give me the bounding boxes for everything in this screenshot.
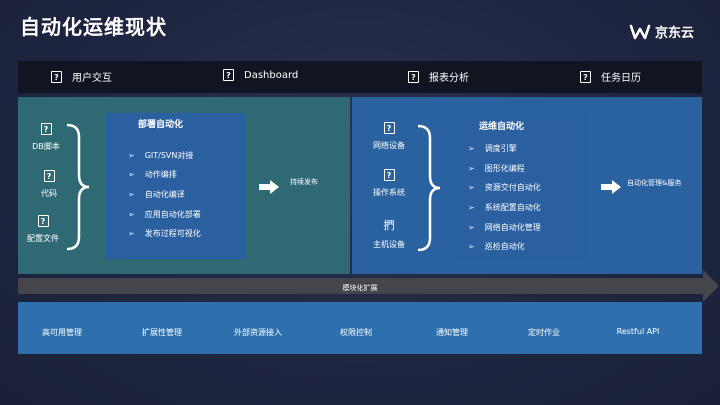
list-item: ➢ GIT/SVN对接 [128,151,194,160]
list-item: ➢ 自动化编译 [128,190,185,199]
source-label: DB脚本 [32,142,60,151]
top-bar-item-task-calendar: ? 任务日历 [580,69,641,84]
source-network-device: ? 网络设备 [364,122,414,151]
capability-item: 扩展性管理 [142,328,182,337]
list-item: ➢ 资源交付自动化 [468,183,541,192]
placeholder-icon: ? [580,70,591,83]
capability-item: Restful API [616,327,660,336]
top-bar-label: Dashboard [244,69,299,81]
arrow-bullet-icon: ➢ [128,229,135,238]
capabilities-bar: 高可用管理 扩展性管理 外部资源接入 权限控制 通知管理 定时作业 Restfu… [18,302,702,354]
source-label: 网络设备 [373,141,405,150]
top-bar-item-report-analysis: ? 报表分析 [408,69,469,84]
list-item: ➢ 调度引擎 [468,144,517,153]
arrow-bullet-icon: ➢ [128,170,135,179]
source-config-file: ? 配置文件 [18,215,68,244]
arrow-bullet-icon: ➢ [128,151,135,160]
continuous-release-label: 持续发布 [290,178,318,186]
source-operating-system: ? 操作系统 [364,169,414,198]
list-item: ➢ 图形化编程 [468,164,525,173]
placeholder-icon: ? [43,170,55,182]
operations-automation-title: 运维自动化 [479,122,525,132]
arrow-bullet-icon: ➢ [468,144,475,153]
deployment-automation-title: 部署自动化 [138,120,184,130]
top-bar-label: 报表分析 [429,73,469,84]
placeholder-icon: ? [40,123,52,135]
top-bar-label: 用户交互 [72,73,112,84]
placeholder-icon: ? [383,122,395,134]
placeholder-icon: ? [51,70,62,83]
arrow-bullet-icon: ➢ [468,223,475,232]
capability-item: 通知管理 [436,328,468,337]
top-bar: ? 用户交互 ? Dashboard ? 报表分析 ? 任务日历 [18,61,702,93]
modular-extension-label: 模块化扩展 [342,284,378,292]
top-bar-item-dashboard: ? Dashboard [223,69,298,81]
source-host-device: 捫 主机设备 [364,217,414,250]
brand-logo: 京东云 [629,22,694,41]
arrow-bullet-icon: ➢ [468,164,475,173]
right-brace-icon [66,123,90,251]
placeholder-icon: ? [383,169,395,181]
list-item: ➢ 网络自动化管理 [468,223,541,232]
top-bar-item-user-interaction: ? 用户交互 [51,69,112,84]
capability-item: 高可用管理 [42,328,82,337]
capability-item: 外部资源接入 [234,328,282,337]
capability-item: 定时作业 [528,328,560,337]
top-bar-label: 任务日历 [601,73,641,84]
source-label: 配置文件 [27,234,59,243]
host-glyph-icon: 捫 [383,219,395,232]
placeholder-icon: ? [223,69,234,81]
brand-name: 京东云 [654,26,694,41]
capability-item: 权限控制 [340,328,372,337]
arrow-bullet-icon: ➢ [468,242,475,251]
source-label: 主机设备 [373,240,405,249]
page-title: 自动化运维现状 [20,15,167,39]
arrow-bullet-icon: ➢ [128,210,135,219]
list-item: ➢ 巡检自动化 [468,242,525,251]
list-item: ➢ 系统配置自动化 [468,203,541,212]
jd-cloud-logo-icon [629,24,651,39]
source-label: 代码 [41,189,57,198]
placeholder-icon: ? [408,70,419,83]
arrow-bullet-icon: ➢ [128,190,135,199]
automation-management-label: 自动化管理&服务 [627,179,682,187]
list-item: ➢ 发布过程可视化 [128,229,201,238]
placeholder-icon: ? [37,215,49,227]
right-arrow-icon [601,180,621,194]
arrow-bullet-icon: ➢ [468,203,475,212]
right-arrow-icon [259,180,279,194]
list-item: ➢ 应用自动化部署 [128,210,201,219]
list-item: ➢ 动作编排 [128,170,177,179]
right-brace-icon [417,124,441,252]
arrow-bullet-icon: ➢ [468,183,475,192]
source-label: 操作系统 [373,188,405,197]
